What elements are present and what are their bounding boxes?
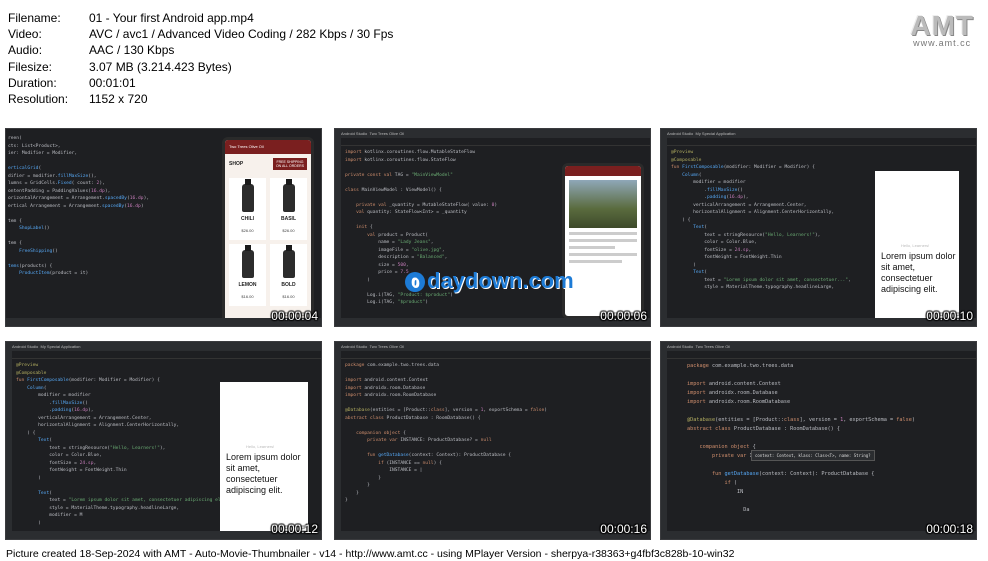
footer-caption: Picture created 18-Sep-2024 with AMT - A… <box>6 548 735 560</box>
timestamp: 00:00:12 <box>271 522 318 536</box>
video-value: AVC / avc1 / Advanced Video Coding / 282… <box>89 27 394 42</box>
filename-value: 01 - Your first Android app.mp4 <box>89 11 254 25</box>
code-snippet: package com.example.two.trees.data impor… <box>687 363 916 513</box>
thumbnail-4[interactable]: Android Studio My Special Application @P… <box>5 341 322 540</box>
ide-title: Android Studio <box>667 344 694 349</box>
bottle-image <box>282 245 295 278</box>
product-card[interactable]: BOLD $16.00 <box>270 244 307 306</box>
app-title: Two Trees Olive Oil <box>225 140 311 154</box>
thumbnail-2[interactable]: Android Studio Two Trees Olive Oil impor… <box>334 128 651 327</box>
product-name: BOLD <box>281 282 296 288</box>
thumbnail-5[interactable]: Android Studio Two Trees Olive Oil packa… <box>334 341 651 540</box>
product-price: $16.00 <box>282 294 295 299</box>
tool-sidebar[interactable] <box>335 138 341 318</box>
product-price: $16.00 <box>241 294 254 299</box>
ide-title: Android Studio <box>341 344 368 349</box>
code-snippet: @Preview @Composable fun FirstComposable… <box>671 150 851 290</box>
product-card[interactable]: CHILI $26.00 <box>229 178 266 240</box>
shop-label: SHOP <box>229 161 244 167</box>
ide-titlebar: Android Studio My Special Application <box>661 129 976 138</box>
product-name: CHILI <box>240 216 255 222</box>
tool-sidebar[interactable] <box>661 138 667 318</box>
video-label: Video: <box>8 27 42 42</box>
amt-logo: AMT www.amt.cc <box>910 10 974 48</box>
preview-hint: Hello, Learners! <box>246 444 275 449</box>
editor-tabs[interactable] <box>335 138 650 146</box>
tool-sidebar[interactable] <box>6 351 12 531</box>
site-watermark: 0 daydown.com <box>405 268 574 294</box>
compose-preview: Hello, Learners! Lorem ipsum dolor sit a… <box>220 382 308 534</box>
duration-label: Duration: <box>8 75 57 90</box>
editor-tabs[interactable] <box>661 138 976 146</box>
resolution-value: 1152 x 720 <box>89 92 148 107</box>
tool-sidebar[interactable] <box>335 351 341 531</box>
preview-text: Lorem ipsum dolor sit amet, consectetuer… <box>226 452 301 495</box>
code-snippet: reen( cts: List<Product>, ier: Modifier … <box>8 136 150 276</box>
tool-sidebar[interactable] <box>661 351 667 531</box>
project-name: Two Trees Olive Oil <box>369 131 405 136</box>
filesize-label: Filesize: <box>8 59 53 74</box>
timestamp: 00:00:04 <box>271 309 318 323</box>
code-snippet: @Preview @Composable fun FirstComposable… <box>16 363 235 526</box>
ide-titlebar: Android Studio Two Trees Olive Oil <box>661 342 976 351</box>
preview-text: Lorem ipsum dolor sit amet, consectetuer… <box>881 251 956 294</box>
free-shipping-banner: FREE SHIPPING ON ALL ORDERS <box>273 158 307 170</box>
app-bar <box>565 166 641 176</box>
project-name: Two Trees Olive Oil <box>695 344 731 349</box>
audio-value: AAC / 130 Kbps <box>89 43 175 58</box>
editor-tabs[interactable] <box>661 351 976 359</box>
ide-titlebar: Android Studio My Special Application <box>6 342 321 351</box>
product-card[interactable]: BASIL $26.00 <box>270 178 307 240</box>
project-name: My Special Application <box>40 344 81 349</box>
code-snippet: package com.example.two.trees.data impor… <box>345 363 548 503</box>
ide-title: Android Studio <box>667 131 694 136</box>
timestamp: 00:00:18 <box>926 522 973 536</box>
project-name: Two Trees Olive Oil <box>369 344 405 349</box>
ide-title: Android Studio <box>12 344 39 349</box>
file-info: Filename: 01 - Your first Android app.mp4… <box>8 10 393 107</box>
phone-preview: Two Trees Olive Oil SHOP FREE SHIPPING O… <box>222 137 314 326</box>
filesize-value: 3.07 MB (3.214.423 Bytes) <box>89 59 232 74</box>
thumbnail-1[interactable]: reen( cts: List<Product>, ier: Modifier … <box>5 128 322 327</box>
product-price: $26.00 <box>282 228 295 233</box>
ide-titlebar: Android Studio Two Trees Olive Oil <box>335 129 650 138</box>
product-name: BASIL <box>281 216 296 222</box>
timestamp: 00:00:06 <box>600 309 647 323</box>
bottle-image <box>282 179 295 212</box>
bottle-image <box>241 245 254 278</box>
timestamp: 00:00:16 <box>600 522 647 536</box>
ide-titlebar: Android Studio Two Trees Olive Oil <box>335 342 650 351</box>
watermark-text: daydown.com <box>427 268 574 293</box>
editor-tabs[interactable] <box>6 351 321 359</box>
editor-tabs[interactable] <box>335 351 650 359</box>
filename-label: Filename: <box>8 11 61 25</box>
project-name: My Special Application <box>695 131 736 136</box>
bottle-image <box>241 179 254 212</box>
parameter-hint-popup: context: Context, klass: Class<T>, name:… <box>751 450 875 461</box>
duration-value: 00:01:01 <box>89 75 136 90</box>
audio-label: Audio: <box>8 43 43 58</box>
product-price: $26.00 <box>241 228 254 233</box>
compose-preview: Hello, Learners! Lorem ipsum dolor sit a… <box>875 171 959 323</box>
product-card[interactable]: LEMON $16.00 <box>229 244 266 306</box>
preview-hint: Hello, Learners! <box>901 243 930 248</box>
product-name: LEMON <box>238 282 257 288</box>
resolution-label: Resolution: <box>8 92 69 107</box>
logo-url: www.amt.cc <box>913 38 972 48</box>
watermark-icon: 0 <box>405 272 425 293</box>
ide-title: Android Studio <box>341 131 368 136</box>
phone-preview <box>562 163 644 319</box>
thumbnail-6[interactable]: Android Studio Two Trees Olive Oil packa… <box>660 341 977 540</box>
thumbnail-3[interactable]: Android Studio My Special Application @P… <box>660 128 977 327</box>
olive-grove-image <box>569 180 637 228</box>
timestamp: 00:00:10 <box>926 309 973 323</box>
